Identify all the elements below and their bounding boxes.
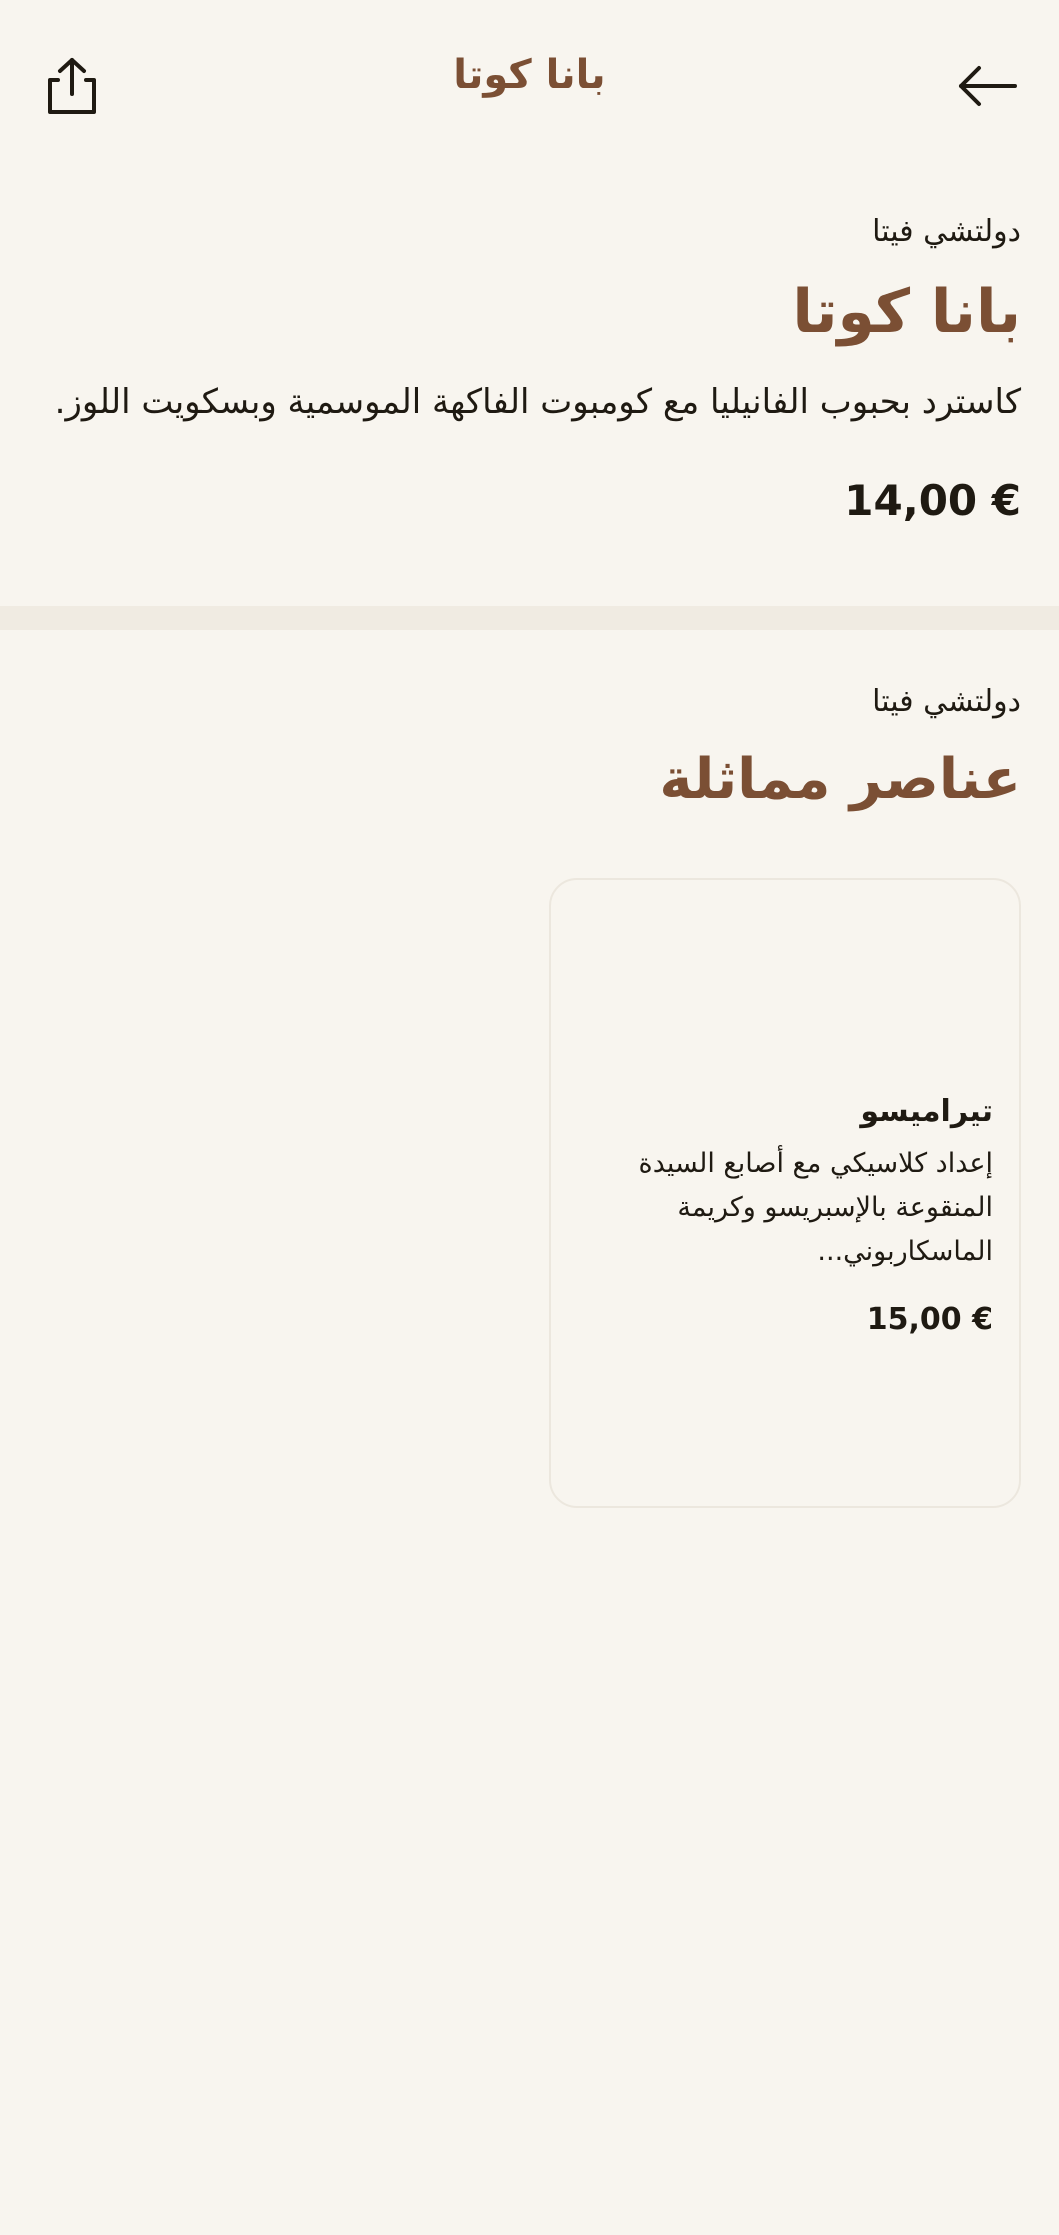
page-title: بانا كوتا	[453, 52, 606, 98]
top-bar: بانا كوتا	[0, 0, 1059, 168]
similar-item-card[interactable]: تيراميسو إعداد كلاسيكي مع أصابع السيدة ا…	[549, 878, 1021, 1508]
section-divider	[0, 606, 1059, 630]
arrow-left-icon	[959, 66, 1017, 106]
similar-items-title: عناصر مماثلة	[659, 747, 1021, 812]
product-description: كاسترد بحبوب الفانيليا مع كومبوت الفاكهة…	[54, 382, 1021, 422]
similar-category: دولتشي فيتا	[872, 684, 1021, 719]
similar-items-section: دولتشي فيتا عناصر مماثلة	[0, 680, 1059, 818]
similar-item-description: إعداد كلاسيكي مع أصابع السيدة المنقوعة ب…	[638, 1148, 993, 1267]
similar-item-price: 15,00 €	[866, 1302, 993, 1337]
back-button[interactable]	[949, 48, 1025, 124]
product-category: دولتشي فيتا	[872, 214, 1021, 249]
similar-item-name: تيراميسو	[860, 1094, 993, 1129]
product-title: بانا كوتا	[792, 277, 1021, 347]
product-price: 14,00 €	[844, 476, 1021, 525]
product-details: دولتشي فيتا بانا كوتا كاسترد بحبوب الفان…	[0, 210, 1059, 525]
